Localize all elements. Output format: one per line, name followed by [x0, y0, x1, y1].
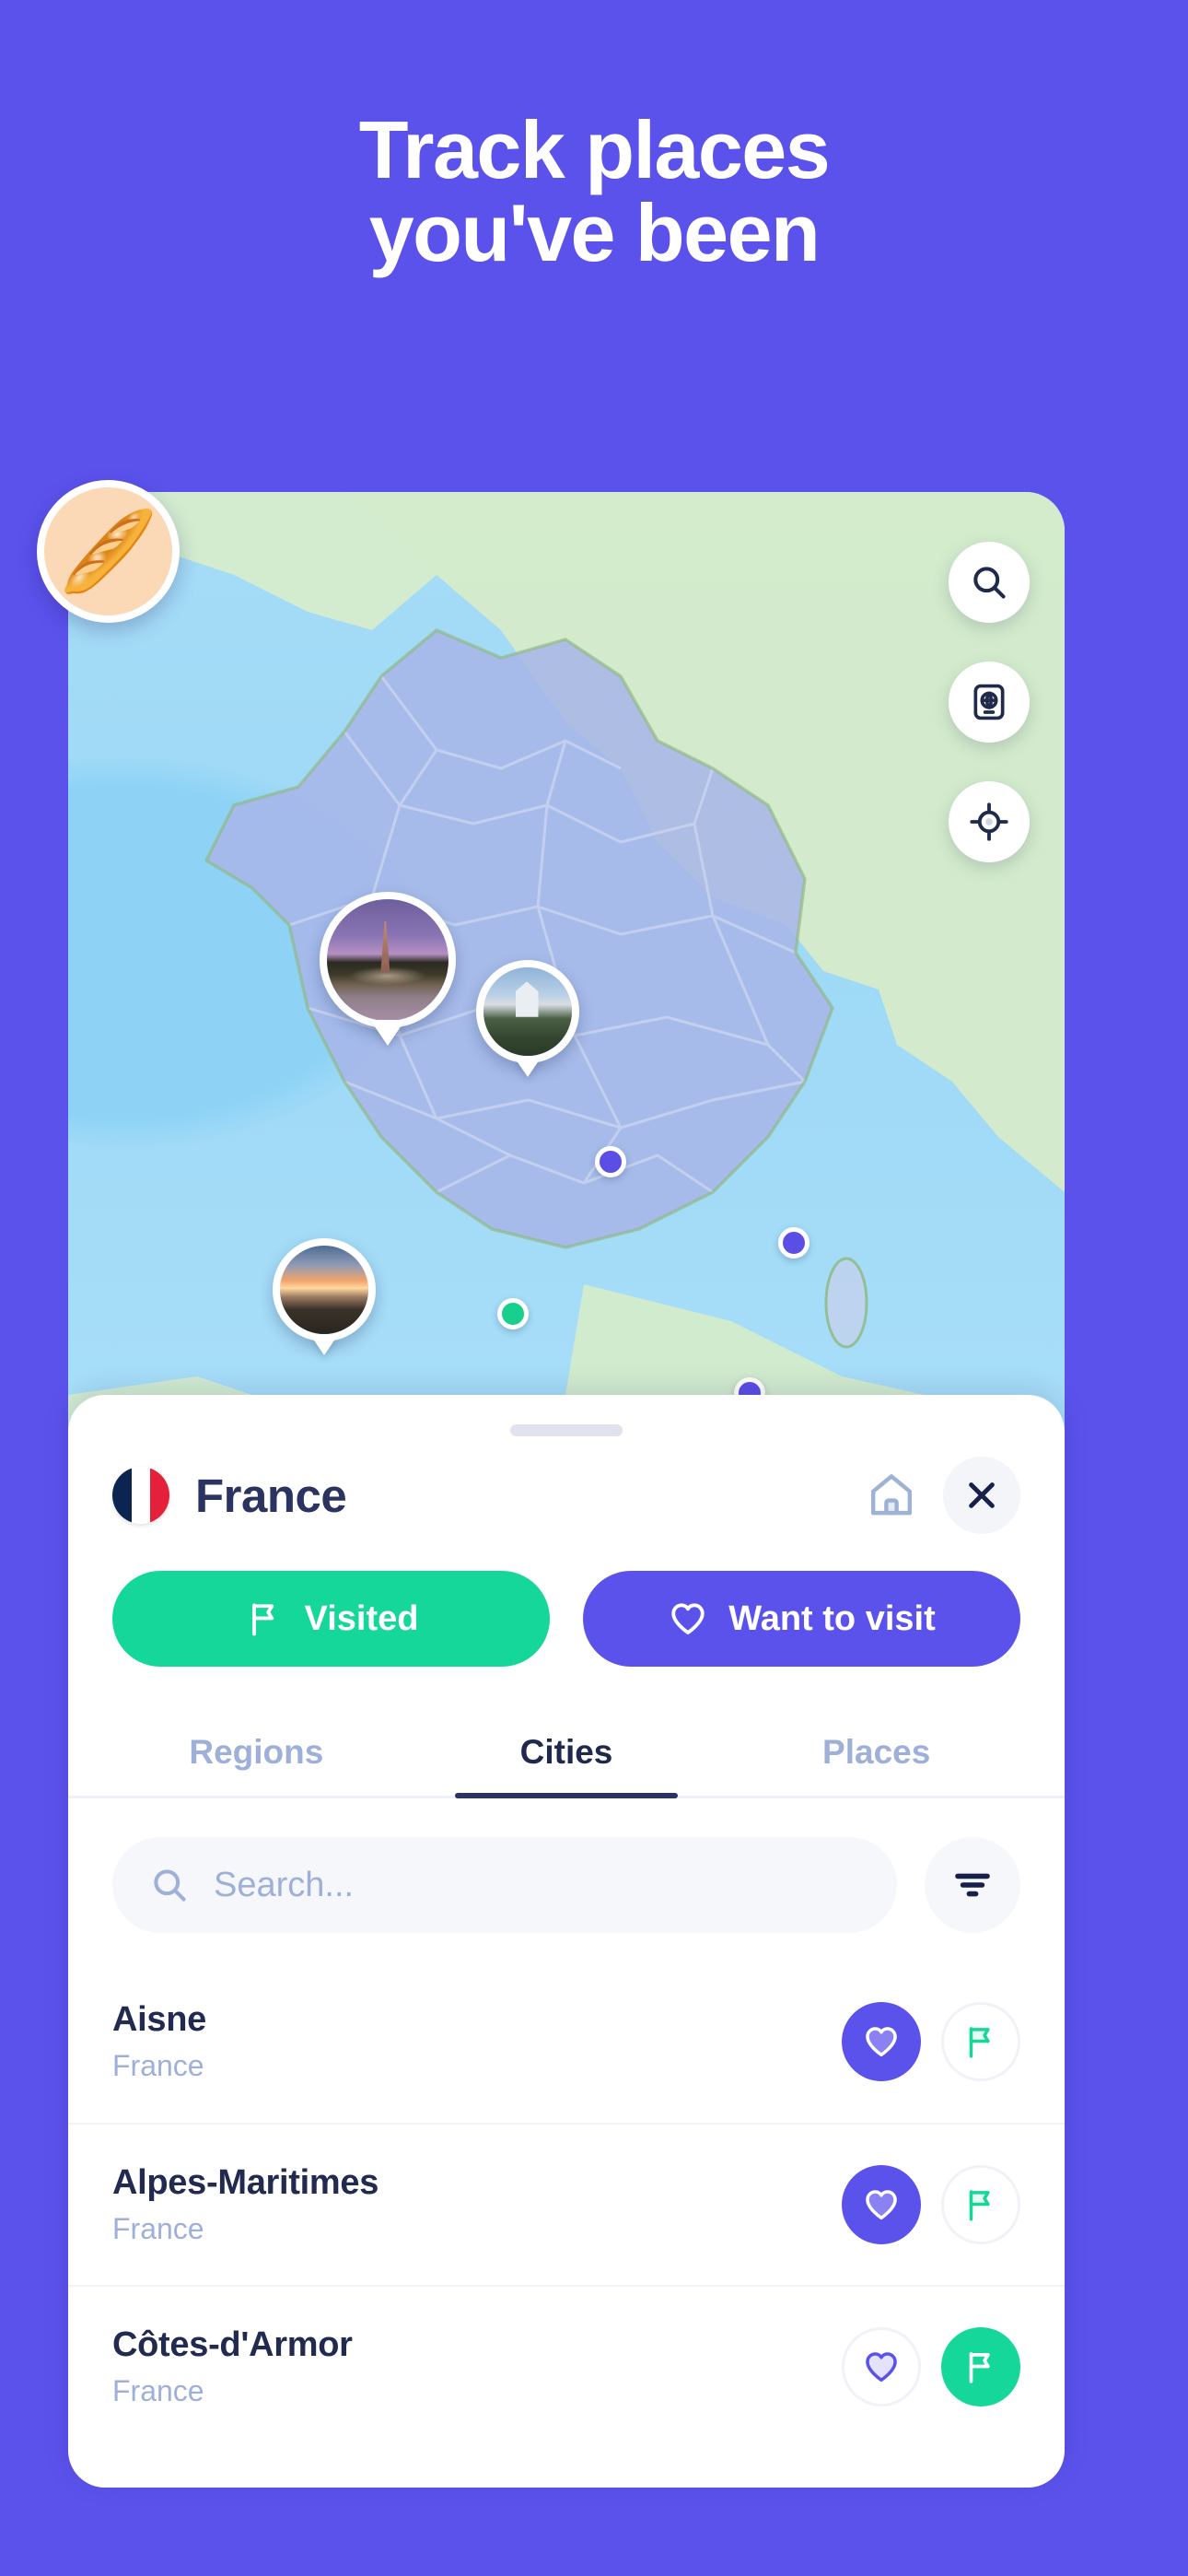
region-list: Aisne France Alpes-Maritimes France Côte…: [68, 1961, 1065, 2447]
list-item-visited-button[interactable]: [941, 2327, 1020, 2406]
flag-icon: [969, 2027, 990, 2058]
sheet-drag-handle[interactable]: [510, 1424, 623, 1436]
list-item-subtitle: France: [112, 2212, 204, 2245]
home-button[interactable]: [856, 1460, 926, 1530]
sheet-actions: Visited Want to visit: [68, 1532, 1065, 1667]
map-passport-button[interactable]: [949, 662, 1030, 743]
list-item-want-button[interactable]: [842, 2327, 921, 2406]
list-item-visited-button[interactable]: [941, 2165, 1020, 2244]
filter-button[interactable]: [925, 1837, 1020, 1933]
passport-icon: [973, 684, 1005, 720]
list-item-subtitle: France: [112, 2374, 204, 2407]
map-card[interactable]: [68, 492, 1065, 1505]
map-pin-paris[interactable]: [320, 892, 456, 1046]
page-title: Track places you've been: [0, 109, 1188, 275]
list-item-want-button[interactable]: [842, 2165, 921, 2244]
sheet-header: France: [68, 1436, 1065, 1534]
map-pin-brittany[interactable]: [273, 1238, 376, 1355]
list-item-title: Alpes-Maritimes: [112, 2163, 379, 2202]
search-input[interactable]: [214, 1865, 860, 1905]
flag-icon: [969, 2352, 990, 2383]
heart-icon: [671, 1603, 705, 1634]
map-dot-pin[interactable]: [595, 1146, 626, 1177]
tab-regions[interactable]: Regions: [101, 1713, 412, 1796]
visited-label: Visited: [304, 1598, 419, 1638]
heart-icon: [866, 2027, 897, 2057]
flag-icon: [251, 1603, 274, 1636]
country-title: France: [195, 1469, 347, 1522]
map-dot-pin[interactable]: [778, 1227, 809, 1259]
close-icon: [969, 1482, 995, 1508]
filter-icon: [955, 1873, 990, 1897]
baguette-icon: 🥖: [58, 507, 158, 596]
baguette-badge[interactable]: 🥖: [37, 480, 180, 623]
home-icon: [870, 1474, 913, 1516]
sheet-tabs: Regions Cities Places: [68, 1713, 1065, 1798]
search-icon: [973, 567, 1006, 599]
heart-icon: [866, 2190, 897, 2220]
map-pin-bavaria[interactable]: [476, 960, 579, 1077]
flag-icon: [969, 2190, 990, 2221]
list-item-visited-button[interactable]: [941, 2002, 1020, 2081]
headline-line-2: you've been: [368, 186, 821, 278]
map-dot-pin[interactable]: [497, 1298, 529, 1329]
want-to-visit-button[interactable]: Want to visit: [583, 1571, 1020, 1667]
list-item[interactable]: Aisne France: [68, 1961, 1065, 2123]
map-controls[interactable]: [949, 542, 1030, 862]
map-locate-button[interactable]: [949, 781, 1030, 862]
list-item-title: Côtes-d'Armor: [112, 2325, 353, 2364]
visited-button[interactable]: Visited: [112, 1571, 550, 1667]
list-item[interactable]: Côtes-d'Armor France: [68, 2285, 1065, 2447]
locate-icon: [970, 802, 1008, 841]
map-search-button[interactable]: [949, 542, 1030, 623]
tab-cities[interactable]: Cities: [412, 1713, 722, 1798]
heart-icon: [866, 2352, 897, 2383]
list-item-want-button[interactable]: [842, 2002, 921, 2081]
list-item-title: Aisne: [112, 2000, 206, 2039]
country-bottom-sheet[interactable]: France Visited Want to visit Regions Cit…: [68, 1395, 1065, 2488]
tab-places[interactable]: Places: [721, 1713, 1031, 1796]
search-icon: [154, 1869, 186, 1902]
close-button[interactable]: [943, 1457, 1020, 1534]
headline-line-1: Track places: [358, 104, 831, 195]
list-item[interactable]: Alpes-Maritimes France: [68, 2123, 1065, 2285]
flag-icon-france: [112, 1467, 169, 1524]
list-item-subtitle: France: [112, 2049, 204, 2082]
search-row: [68, 1798, 1065, 1933]
want-to-visit-label: Want to visit: [728, 1598, 936, 1638]
search-box[interactable]: [112, 1837, 897, 1933]
